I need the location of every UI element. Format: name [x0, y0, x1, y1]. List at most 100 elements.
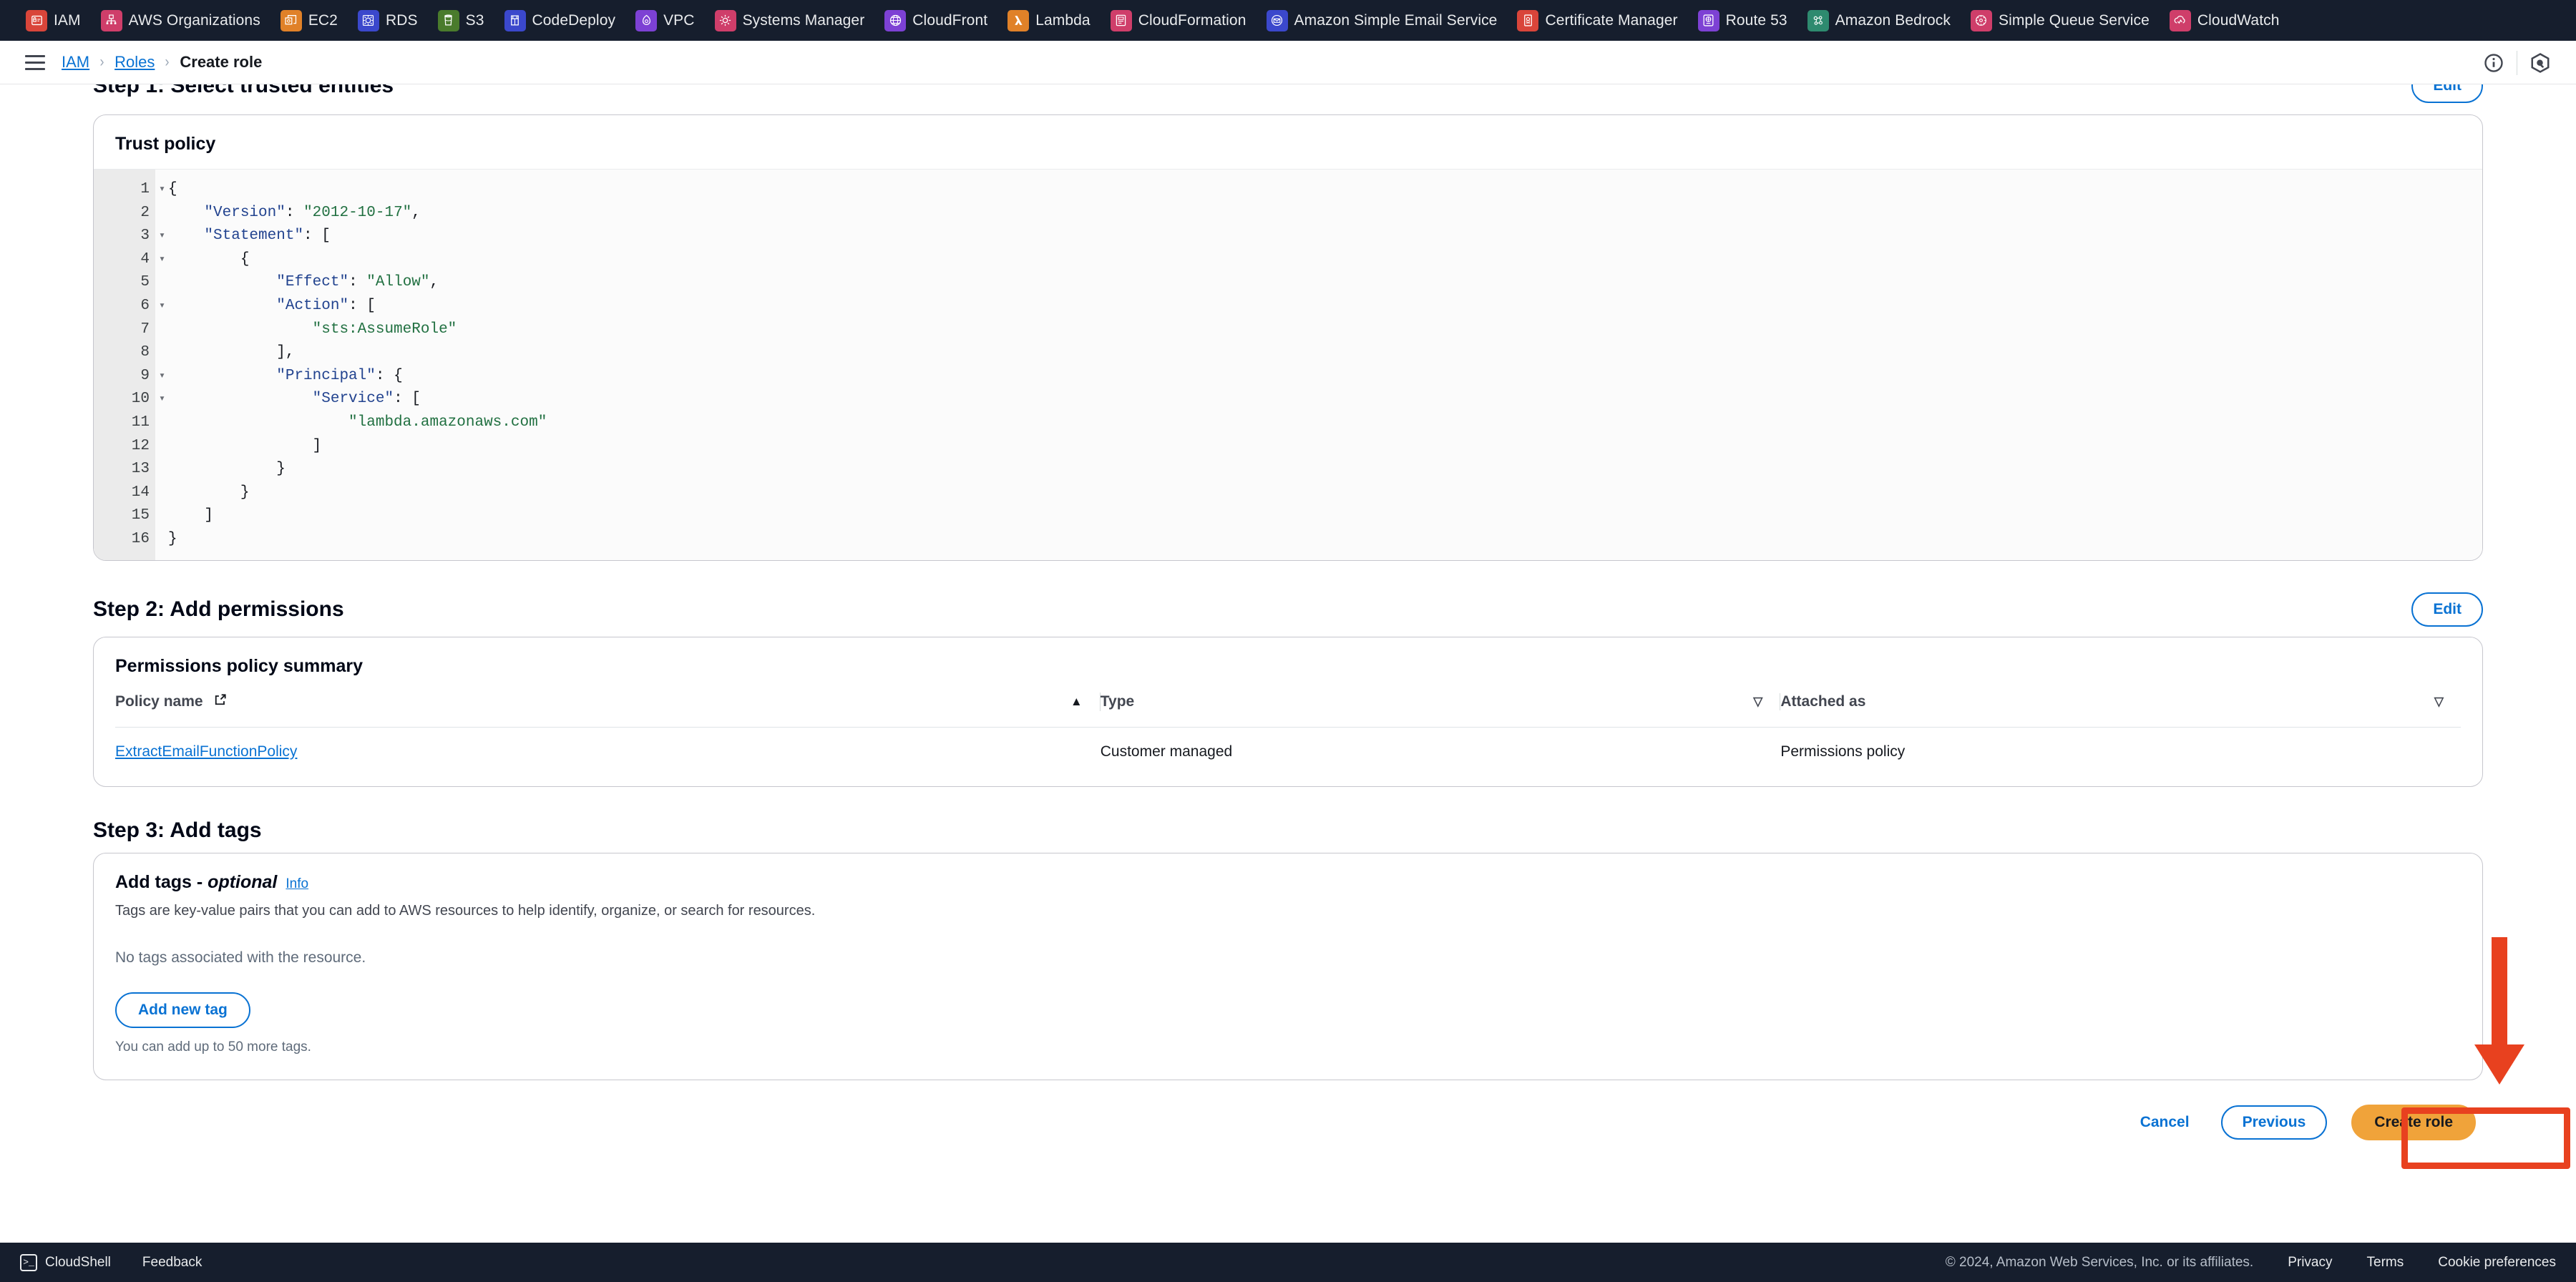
service-link-label: Amazon Bedrock — [1835, 11, 1951, 29]
bottom-bar: >_ CloudShell Feedback © 2024, Amazon We… — [0, 1243, 2576, 1282]
column-policy-name-label: Policy name — [115, 693, 203, 710]
feedback-label: Feedback — [142, 1254, 203, 1270]
aws-q-icon[interactable] — [2522, 44, 2559, 82]
service-link-ec2[interactable]: EC2 — [270, 0, 348, 41]
step2-edit-button[interactable]: Edit — [2411, 592, 2483, 627]
service-favorites-bar: IAM AWS Organizations EC2 RDS S3 CodeDeploy VP… — [0, 0, 2576, 41]
service-link-simple-queue-service[interactable]: Simple Queue Service — [1961, 0, 2160, 41]
service-link-systems-manager[interactable]: Systems Manager — [705, 0, 875, 41]
systems-manager-icon — [714, 9, 736, 31]
topnav-actions — [2475, 41, 2559, 84]
copyright-text: © 2024, Amazon Web Services, Inc. or its… — [1945, 1254, 2254, 1270]
add-new-tag-button[interactable]: Add new tag — [115, 992, 250, 1028]
breadcrumb-item-iam[interactable]: IAM — [62, 53, 89, 72]
cookie-preferences-link[interactable]: Cookie preferences — [2438, 1255, 2556, 1271]
breadcrumb-item-create-role: Create role — [180, 53, 263, 71]
editor-line-number: 2 — [140, 204, 150, 221]
editor-code-line: ], — [276, 344, 295, 361]
editor-code-line: "lambda.amazonaws.com" — [348, 414, 547, 431]
column-attached-as[interactable]: Attached as ▽ — [1780, 685, 2461, 728]
cloudshell-label: CloudShell — [45, 1254, 111, 1270]
service-link-label: Lambda — [1035, 11, 1091, 29]
previous-button[interactable]: Previous — [2220, 1105, 2328, 1140]
service-link-s3[interactable]: S3 — [428, 0, 494, 41]
breadcrumb-item-roles[interactable]: Roles — [114, 53, 155, 72]
feedback-link[interactable]: Feedback — [142, 1255, 202, 1271]
table-header-row: Policy name ▲ Type ▽ Attached as ▽ — [115, 685, 2461, 728]
step2-title: Step 2: Add permissions — [93, 597, 344, 621]
editor-line-numbers: 1 ▾ 2 3 ▾ 4 ▾ 5 6 ▾ 7 8 9 ▾ 10 ▾ 11 12 13 14 15 16 — [94, 170, 165, 560]
vpc-icon — [635, 9, 658, 31]
service-link-amazon-bedrock[interactable]: Amazon Bedrock — [1797, 0, 1961, 41]
trust-policy-panel: Trust policy 1 ▾ 2 3 ▾ 4 ▾ 5 6 ▾ 7 8 9 ▾ 10 ▾ 11 12 13 14 15… — [93, 114, 2483, 561]
service-link-label: CodeDeploy — [532, 11, 616, 29]
ses-icon — [1266, 9, 1288, 31]
service-link-label: IAM — [54, 11, 81, 29]
cell-attached-as: Permissions policy — [1780, 743, 1906, 760]
service-link-label: CloudFormation — [1138, 11, 1246, 29]
service-link-label: Simple Queue Service — [1998, 11, 2150, 29]
service-link-label: S3 — [465, 11, 484, 29]
service-link-route-53[interactable]: Route 53 — [1688, 0, 1797, 41]
trust-policy-code-editor[interactable]: 1 ▾ 2 3 ▾ 4 ▾ 5 6 ▾ 7 8 9 ▾ 10 ▾ 11 12 13 14 15 16 { "Version… — [94, 169, 2482, 560]
service-link-label: VPC — [663, 11, 695, 29]
cell-type: Customer managed — [1100, 743, 1233, 760]
editor-line-number: 3 ▾ — [94, 225, 165, 248]
service-link-cloudfront[interactable]: CloudFront — [874, 0, 997, 41]
permissions-policy-title: Permissions policy summary — [115, 655, 363, 676]
editor-code-line: "Principal": { — [276, 367, 403, 384]
service-link-iam[interactable]: IAM — [16, 0, 91, 41]
editor-code-line: { — [240, 250, 250, 268]
service-link-label: Route 53 — [1725, 11, 1787, 29]
privacy-link[interactable]: Privacy — [2288, 1255, 2332, 1271]
top-navigation-bar: IAM › Roles › Create role — [0, 41, 2576, 84]
editor-line-number: 13 — [131, 461, 150, 478]
service-link-codedeploy[interactable]: CodeDeploy — [494, 0, 626, 41]
policy-name-link[interactable]: ExtractEmailFunctionPolicy — [115, 743, 297, 760]
editor-line-number: 11 — [131, 414, 150, 431]
info-link[interactable]: Info — [286, 876, 308, 892]
sqs-icon — [1970, 9, 1992, 31]
service-link-label: CloudFront — [912, 11, 988, 29]
breadcrumb-separator: › — [165, 54, 170, 70]
info-icon[interactable] — [2475, 44, 2512, 82]
step1-edit-button[interactable]: Edit — [2411, 84, 2483, 103]
column-attached-as-label: Attached as — [1780, 693, 1866, 710]
add-tags-optional-label: optional — [208, 871, 278, 892]
editor-line-number: 10 ▾ — [94, 388, 165, 411]
service-link-cloudformation[interactable]: CloudFormation — [1101, 0, 1257, 41]
sort-icon[interactable]: ▽ — [1753, 695, 1762, 709]
create-role-button[interactable]: Create role — [2351, 1104, 2476, 1140]
editor-line-number: 7 — [140, 320, 150, 338]
s3-icon — [437, 9, 459, 31]
hamburger-icon[interactable] — [21, 49, 49, 76]
service-link-label: AWS Organizations — [128, 11, 260, 29]
service-link-label: RDS — [385, 11, 418, 29]
ec2-icon — [280, 9, 302, 31]
step3-title: Step 3: Add tags — [93, 818, 262, 842]
breadcrumb-separator: › — [99, 54, 104, 70]
bedrock-icon — [1807, 9, 1829, 31]
column-policy-name[interactable]: Policy name ▲ — [115, 685, 1101, 728]
service-link-lambda[interactable]: Lambda — [997, 0, 1101, 41]
cloudformation-icon — [1110, 9, 1132, 31]
cloudshell-button[interactable]: >_ CloudShell — [20, 1253, 111, 1271]
sort-icon[interactable]: ▽ — [2434, 695, 2444, 709]
service-link-amazon-simple-email-service[interactable]: Amazon Simple Email Service — [1257, 0, 1508, 41]
service-link-rds[interactable]: RDS — [348, 0, 428, 41]
cancel-button[interactable]: Cancel — [2123, 1107, 2207, 1138]
editor-code[interactable]: { "Version": "2012-10-17", "Statement": … — [155, 170, 2482, 560]
column-type[interactable]: Type ▽ — [1100, 685, 1781, 728]
iam-icon — [26, 9, 47, 31]
sort-ascending-icon[interactable]: ▲ — [1070, 695, 1083, 709]
cell-policy-name: ExtractEmailFunctionPolicy — [115, 727, 1101, 779]
editor-line-number: 5 — [140, 274, 150, 291]
service-link-aws-organizations[interactable]: AWS Organizations — [91, 0, 270, 41]
service-link-certificate-manager[interactable]: Certificate Manager — [1507, 0, 1687, 41]
service-link-cloudwatch[interactable]: CloudWatch — [2160, 0, 2290, 41]
add-tags-hint: You can add up to 50 more tags. — [115, 1039, 311, 1055]
add-tags-description: Tags are key-value pairs that you can ad… — [115, 902, 816, 919]
service-link-vpc[interactable]: VPC — [625, 0, 704, 41]
terms-link[interactable]: Terms — [2367, 1255, 2404, 1271]
step3-header: Step 3: Add tags — [93, 818, 2483, 843]
